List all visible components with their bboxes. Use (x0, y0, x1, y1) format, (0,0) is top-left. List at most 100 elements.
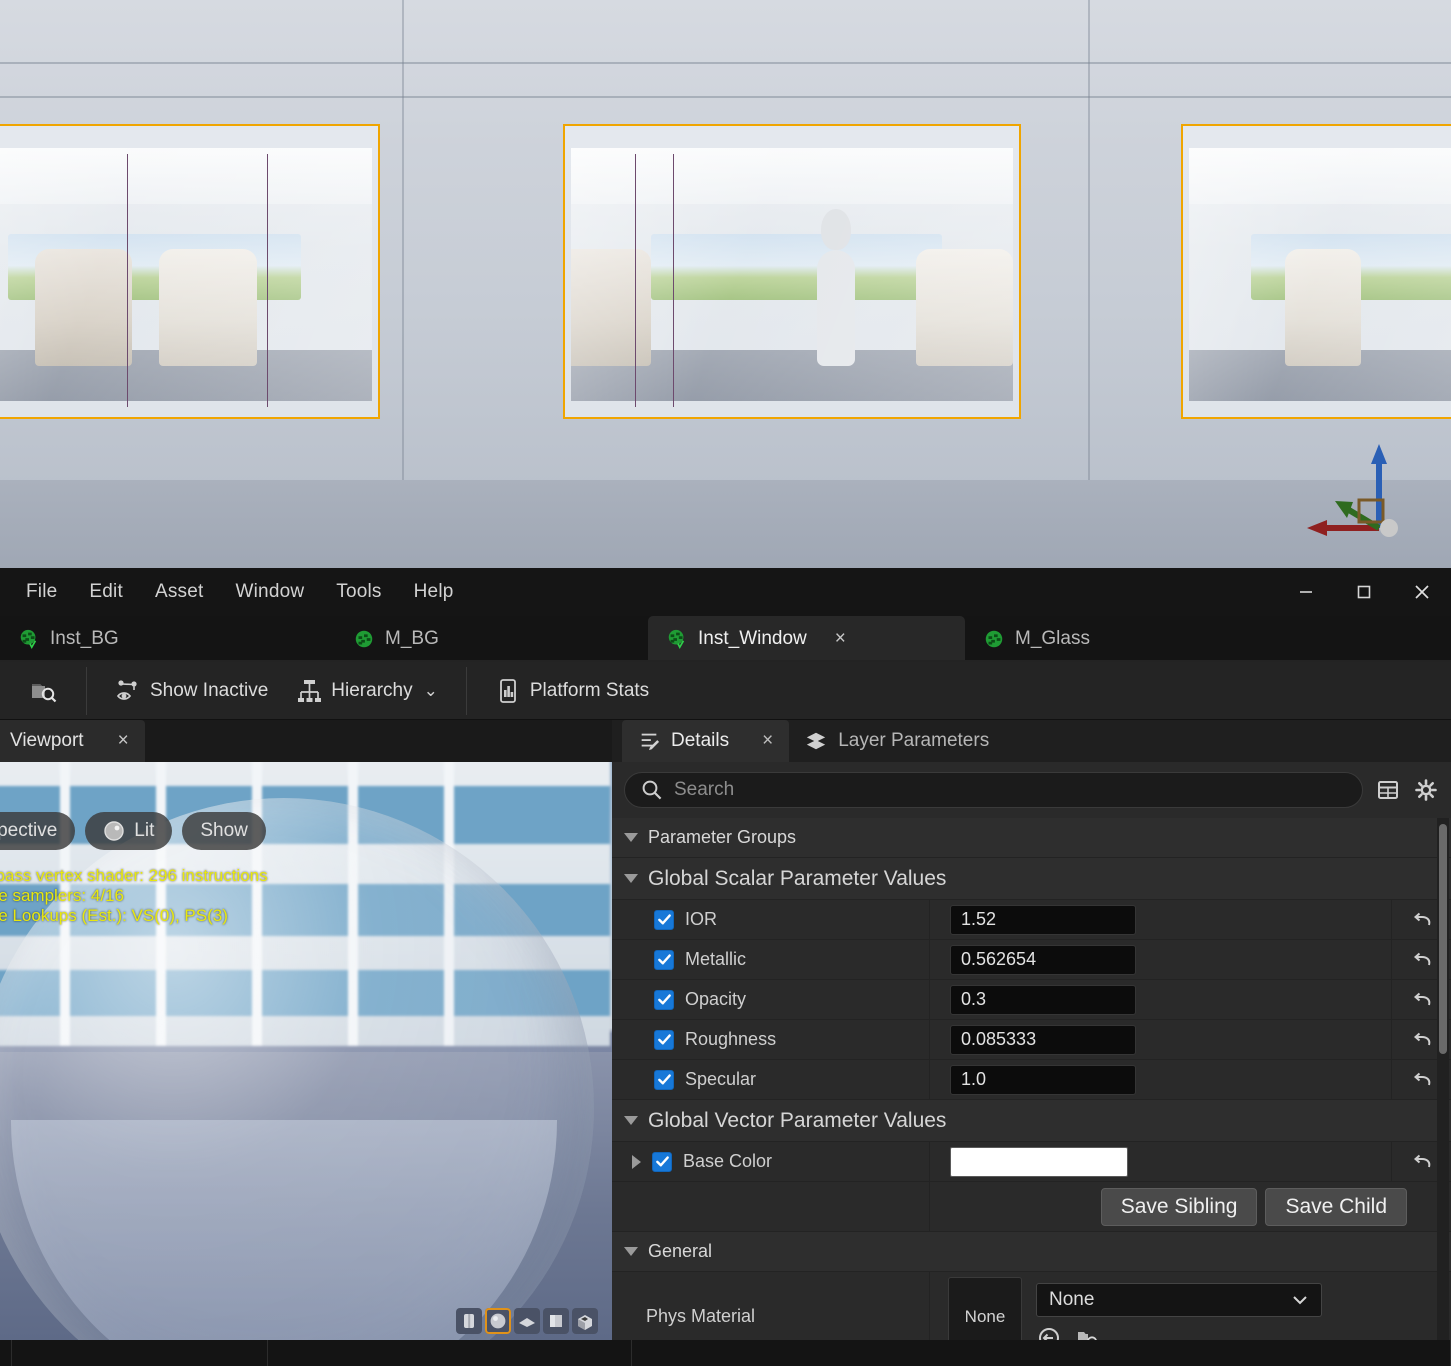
menu-tools[interactable]: Tools (320, 575, 397, 609)
layer-parameters-tab-label: Layer Parameters (838, 730, 990, 751)
train-window-selected-3[interactable] (1181, 124, 1451, 419)
menu-asset[interactable]: Asset (139, 575, 220, 609)
cube-preview-button[interactable] (543, 1308, 569, 1334)
tab-details[interactable]: Details × (622, 720, 790, 762)
cylinder-icon (464, 1314, 474, 1328)
color-swatch-base-color[interactable] (950, 1146, 1128, 1177)
details-tab-label: Details (671, 730, 730, 751)
show-inactive-button[interactable]: Show Inactive (101, 672, 282, 710)
reset-to-default-icon (1413, 1032, 1430, 1045)
param-input-metallic[interactable]: 0.562654 (950, 944, 1136, 975)
section-parameter-groups[interactable]: Parameter Groups (612, 818, 1451, 858)
check-icon (657, 954, 671, 965)
asset-tab-inst-window[interactable]: Inst_Window × (648, 616, 965, 662)
param-override-checkbox-specular[interactable] (654, 1069, 674, 1090)
param-name-cell: Base Color (612, 1142, 930, 1181)
param-override-checkbox-ior[interactable] (654, 909, 674, 930)
expander-triangle-icon (624, 874, 638, 883)
preview-shape-selector (456, 1308, 598, 1334)
transform-gizmo[interactable] (1303, 438, 1413, 548)
check-icon (657, 1074, 671, 1085)
editor-body: Viewport × pective Lit Show pass vertex … (0, 720, 1451, 1366)
status-cell-0 (0, 1340, 12, 1366)
param-value-cell: 1.52 (930, 900, 1391, 939)
cylinder-preview-button[interactable] (456, 1308, 482, 1334)
train-window-selected-1[interactable] (0, 124, 380, 419)
platform-stats-button[interactable]: Platform Stats (481, 672, 663, 710)
details-search-row (612, 762, 1451, 818)
param-override-checkbox-opacity[interactable] (654, 989, 674, 1010)
tab-viewport[interactable]: Viewport × (0, 720, 145, 762)
details-property-list[interactable]: Parameter Groups Global Scalar Parameter… (612, 818, 1451, 1366)
viewport-perspective-button[interactable]: Perspective (0, 812, 76, 850)
settings-button[interactable] (1413, 777, 1439, 803)
menu-file[interactable]: File (10, 575, 73, 609)
details-scrollbar-thumb[interactable] (1439, 824, 1447, 1054)
param-row-opacity: Opacity 0.3 (612, 980, 1451, 1020)
train-seam-top2 (0, 96, 1451, 98)
menu-help[interactable]: Help (398, 575, 470, 609)
param-name-cell: IOR (612, 900, 930, 939)
param-label-opacity: Opacity (685, 989, 747, 1009)
details-icon (641, 733, 660, 751)
asset-tab-label: Inst_BG (50, 628, 119, 649)
search-input[interactable] (674, 779, 1346, 801)
status-cell-1 (12, 1340, 268, 1366)
maximize-button[interactable] (1335, 568, 1393, 616)
save-child-button[interactable]: Save Child (1265, 1187, 1407, 1226)
asset-tab-m-bg[interactable]: M_BG (335, 616, 648, 662)
custom-mesh-preview-button[interactable] (572, 1308, 598, 1334)
viewport-viewmode-button[interactable]: Lit (85, 812, 173, 850)
param-override-checkbox-base-color[interactable] (652, 1151, 672, 1172)
reset-to-default-icon (1413, 992, 1430, 1005)
param-input-opacity[interactable]: 0.3 (950, 984, 1136, 1015)
details-tab-close-button[interactable]: × (762, 730, 773, 752)
menu-window[interactable]: Window (220, 575, 321, 609)
cabin-ceiling-1 (0, 148, 372, 204)
section-global-vector-parameter-values[interactable]: Global Vector Parameter Values (612, 1100, 1451, 1142)
viewport-show-label: Show (200, 820, 248, 841)
expander-triangle-icon (624, 1247, 638, 1256)
minimize-button[interactable] (1277, 568, 1335, 616)
sphere-preview-button[interactable] (485, 1308, 511, 1334)
param-name-cell: Specular (612, 1060, 930, 1099)
asset-tab-close-button[interactable]: × (835, 628, 846, 650)
train-window-selected-2[interactable] (563, 124, 1021, 419)
details-scrollbar[interactable] (1437, 818, 1449, 1366)
material-preview-viewport[interactable]: Perspective Lit Show (0, 762, 612, 1340)
editor-toolbar: Show Inactive Hierarchy ⌄ Platform Stats (0, 662, 1451, 720)
toolbar-main-group: Show Inactive Hierarchy ⌄ (87, 662, 466, 720)
param-name-cell: Metallic (612, 940, 930, 979)
param-override-checkbox-metallic[interactable] (654, 949, 674, 970)
section-global-scalar-parameter-values[interactable]: Global Scalar Parameter Values (612, 858, 1451, 900)
param-input-roughness[interactable]: 0.085333 (950, 1024, 1136, 1055)
asset-tab-m-glass[interactable]: M_Glass (965, 616, 1205, 662)
maximize-icon (1357, 585, 1371, 599)
expander-triangle-right-icon[interactable] (632, 1154, 641, 1169)
material-icon (355, 630, 373, 648)
viewport-show-button[interactable]: Show (182, 812, 266, 850)
phys-material-combo[interactable]: None (1036, 1282, 1322, 1317)
status-cell-3 (632, 1340, 1451, 1366)
param-input-ior[interactable]: 1.52 (950, 904, 1136, 935)
save-sibling-button[interactable]: Save Sibling (1100, 1187, 1258, 1226)
viewport-tab-close-button[interactable]: × (118, 730, 129, 752)
asset-tab-inst-bg[interactable]: Inst_BG (0, 616, 335, 662)
menu-edit[interactable]: Edit (73, 575, 139, 609)
plane-preview-button[interactable] (514, 1308, 540, 1334)
cabin-ceiling-2 (571, 148, 1013, 204)
edge-highlight-1 (127, 154, 128, 407)
browse-to-asset-button[interactable] (14, 670, 72, 712)
hierarchy-button[interactable]: Hierarchy ⌄ (282, 672, 452, 710)
level-viewport-3d-scene[interactable] (0, 0, 1451, 570)
param-input-specular[interactable]: 1.0 (950, 1064, 1136, 1095)
gizmo-y-axis (1335, 501, 1381, 531)
column-view-button[interactable] (1375, 777, 1401, 803)
section-general[interactable]: General (612, 1232, 1451, 1272)
save-instance-row: Save Sibling Save Child (612, 1181, 1451, 1232)
close-button[interactable] (1393, 568, 1451, 616)
param-override-checkbox-roughness[interactable] (654, 1029, 674, 1050)
search-box[interactable] (624, 772, 1363, 808)
param-label-specular: Specular (685, 1069, 757, 1089)
tab-layer-parameters[interactable]: Layer Parameters (789, 720, 1005, 762)
